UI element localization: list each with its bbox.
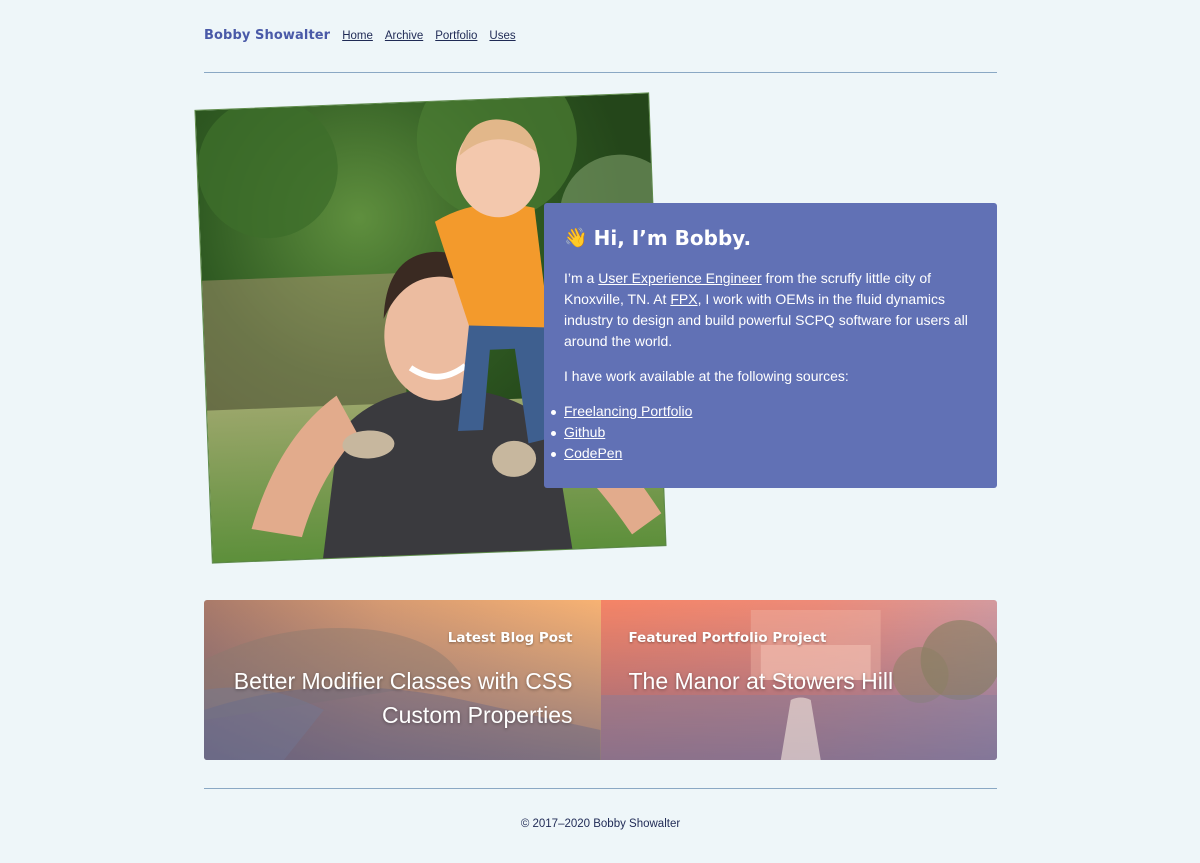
list-item: Freelancing Portfolio — [551, 401, 977, 422]
header-divider — [204, 72, 997, 73]
intro-card: 👋 Hi, I’m Bobby. I’m a User Experience E… — [544, 203, 997, 488]
copyright-text: © 2017–2020 Bobby Showalter — [520, 818, 681, 830]
feature-panels: Latest Blog Post Better Modifier Classes… — [204, 600, 997, 760]
site-footer: © 2017–2020 Bobby Showalter — [204, 818, 997, 830]
list-item: CodePen — [551, 443, 977, 464]
featured-project-panel[interactable]: Featured Portfolio Project The Manor at … — [600, 600, 997, 760]
codepen-link[interactable]: CodePen — [564, 445, 622, 461]
bio-text-1: I’m a — [564, 270, 599, 286]
project-panel-title: The Manor at Stowers Hill — [629, 664, 970, 698]
waving-hand-icon: 👋 — [564, 227, 588, 249]
project-panel-eyebrow: Featured Portfolio Project — [628, 630, 827, 646]
intro-bio: I’m a User Experience Engineer from the … — [564, 268, 977, 352]
latest-blog-post-panel[interactable]: Latest Blog Post Better Modifier Classes… — [204, 600, 601, 760]
list-item: Github — [551, 422, 977, 443]
freelancing-portfolio-link[interactable]: Freelancing Portfolio — [564, 403, 692, 419]
blog-post-link[interactable]: Better Modifier Classes with CSS Custom … — [234, 668, 573, 728]
intro-heading: 👋 Hi, I’m Bobby. — [564, 225, 977, 251]
source-list: Freelancing Portfolio Github CodePen — [551, 401, 977, 464]
intro-heading-text: Hi, I’m Bobby. — [593, 226, 752, 250]
job-title-link[interactable]: User Experience Engineer — [598, 270, 761, 286]
project-link[interactable]: The Manor at Stowers Hill — [629, 668, 894, 694]
site-header: Bobby Showalter Home Archive Portfolio U… — [204, 28, 997, 50]
blog-panel-eyebrow: Latest Blog Post — [447, 630, 573, 646]
fpx-link[interactable]: FPX — [670, 291, 697, 307]
sources-intro: I have work available at the following s… — [564, 368, 849, 384]
github-link[interactable]: Github — [564, 424, 605, 440]
nav-archive[interactable]: Archive — [385, 30, 423, 42]
nav-portfolio[interactable]: Portfolio — [435, 30, 477, 42]
brand-link[interactable]: Bobby Showalter — [204, 28, 330, 43]
nav-uses[interactable]: Uses — [489, 30, 515, 42]
footer-divider — [204, 788, 997, 789]
blog-panel-title: Better Modifier Classes with CSS Custom … — [232, 664, 573, 732]
nav-home[interactable]: Home — [342, 30, 373, 42]
